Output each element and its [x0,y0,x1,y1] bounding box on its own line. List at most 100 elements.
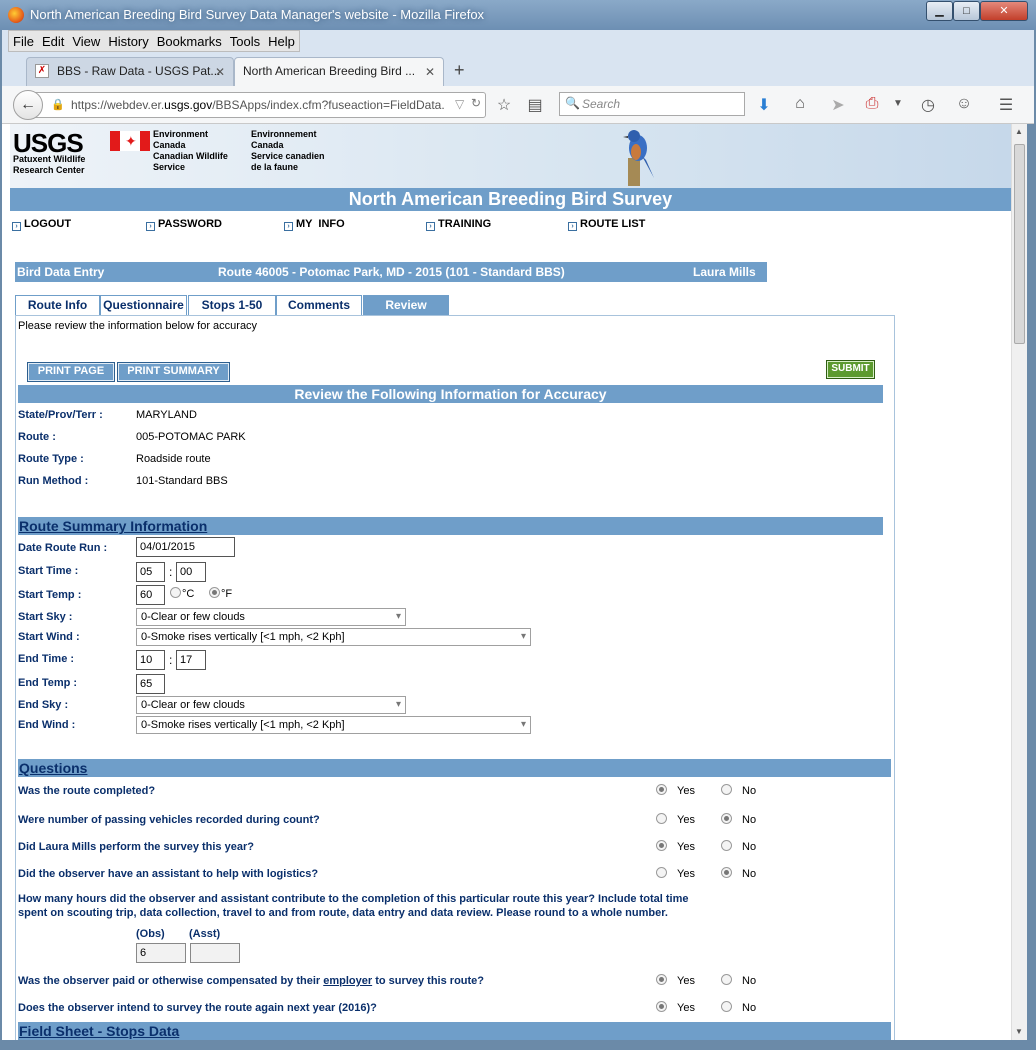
menu-file[interactable]: File [9,31,38,52]
questions-header[interactable]: Questions [18,759,891,777]
firefox-logo-icon [8,7,24,23]
menu-view[interactable]: View [68,31,104,52]
question-vehicles-recorded: Were number of passing vehicles recorded… [18,814,320,826]
route-summary-header[interactable]: Route Summary Information [18,517,883,535]
site-title: North American Breeding Bird Survey [10,188,1011,211]
label-start-time: Start Time : [18,565,79,577]
observer-no-radio[interactable] [721,840,732,851]
feedback-icon[interactable]: ☺ [954,95,974,113]
tab-breeding-bird[interactable]: North American Breeding Bird ... ✕ [234,57,444,86]
date-field[interactable]: 04/01/2015 [136,537,235,557]
nav-password[interactable]: › PASSWORD [146,218,222,231]
next-year-yes-radio[interactable] [656,1001,667,1012]
employer-link[interactable]: employer [323,975,372,987]
ec-line: Service [153,162,186,172]
download-icon[interactable]: ⬇ [754,95,774,115]
pdf-icon[interactable]: ⎙ [862,95,882,113]
menu-bookmarks[interactable]: Bookmarks [153,31,226,52]
print-page-button[interactable]: PRINT PAGE [27,362,115,382]
unit-fahrenheit-radio[interactable] [209,587,220,598]
menu-dropdown-icon[interactable]: ▼ [888,98,908,109]
dropdown-arrow-icon[interactable]: ▽ [455,97,464,111]
tab-stops[interactable]: Stops 1-50 [188,295,276,315]
scroll-down-icon[interactable]: ▼ [1015,1027,1023,1036]
maximize-button[interactable]: □ [953,1,980,21]
reload-icon[interactable]: ↻ [471,96,481,110]
end-hour-field[interactable]: 10 [136,650,165,670]
route-completed-no-radio[interactable] [721,784,732,795]
search-input[interactable]: 🔍 Search [559,92,745,116]
vehicles-yes-radio[interactable] [656,813,667,824]
label-run-method: Run Method : [18,475,89,487]
tab-bbs-raw-data[interactable]: ✗ BBS - Raw Data - USGS Pat... ✕ [26,57,234,86]
route-completed-yes-radio[interactable] [656,784,667,795]
menu-tools[interactable]: Tools [226,31,264,52]
nav-logout[interactable]: › LOGOUT [12,218,71,231]
label-end-time: End Time : [18,653,75,665]
no-label: No [742,814,757,826]
tab-review[interactable]: Review [363,295,449,315]
end-minute-field[interactable]: 17 [176,650,206,670]
ec-line: de la faune [251,162,299,172]
menu-history[interactable]: History [104,31,152,52]
end-wind-select[interactable]: 0-Smoke rises vertically [<1 mph, <2 Kph… [136,716,531,734]
tab-questionnaire[interactable]: Questionnaire [100,295,187,315]
time-colon: : [169,565,173,579]
next-year-no-radio[interactable] [721,1001,732,1012]
field-sheet-header[interactable]: Field Sheet - Stops Data [18,1022,891,1040]
tab-comments[interactable]: Comments [276,295,362,315]
start-wind-select[interactable]: 0-Smoke rises vertically [<1 mph, <2 Kph… [136,628,531,646]
obs-hours-field[interactable]: 6 [136,943,186,963]
scroll-thumb[interactable] [1014,144,1025,344]
asst-hours-field[interactable] [190,943,240,963]
print-summary-button[interactable]: PRINT SUMMARY [117,362,230,382]
label-start-temp: Start Temp : [18,589,82,601]
unit-celsius-label: °C [182,588,195,600]
end-sky-select[interactable]: 0-Clear or few clouds [136,696,406,714]
home-icon[interactable]: ⌂ [790,95,810,113]
start-minute-field[interactable]: 00 [176,562,206,582]
reading-list-icon[interactable]: ▤ [525,95,545,115]
vehicles-no-radio[interactable] [721,813,732,824]
observer-yes-radio[interactable] [656,840,667,851]
new-tab-button[interactable]: + [454,60,465,81]
yes-label: Yes [677,868,695,880]
vertical-scrollbar[interactable]: ▲ ▼ [1011,124,1027,1040]
scroll-up-icon[interactable]: ▲ [1015,127,1023,136]
tab-close-icon[interactable]: ✕ [425,65,435,79]
tab-close-icon[interactable]: ✕ [215,65,225,79]
assistant-yes-radio[interactable] [656,867,667,878]
start-temp-field[interactable]: 60 [136,585,165,605]
menu-edit[interactable]: Edit [38,31,68,52]
minimize-button[interactable]: ▁ [926,1,953,21]
history-icon[interactable]: ◷ [918,95,938,115]
entry-route: Route 46005 - Potomac Park, MD - 2015 (1… [218,265,565,279]
unit-celsius-radio[interactable] [170,587,181,598]
url-bar[interactable]: 🔒 https://webdev.er.usgs.gov/BBSApps/ind… [34,92,486,118]
paid-yes-radio[interactable] [656,974,667,985]
paid-no-radio[interactable] [721,974,732,985]
start-sky-select[interactable]: 0-Clear or few clouds [136,608,406,626]
nav-training[interactable]: › TRAINING [426,218,491,231]
end-temp-field[interactable]: 65 [136,674,165,694]
usgs-sub-line: Research Center [13,165,85,175]
url-prefix: https://webdev.er. [71,98,165,112]
close-window-button[interactable]: ✕ [980,1,1028,21]
back-button[interactable]: ← [13,90,43,120]
menu-help[interactable]: Help [264,31,299,52]
submit-button[interactable]: SUBMIT [826,360,875,379]
hamburger-menu-icon[interactable]: ☰ [996,95,1016,115]
yes-label: Yes [677,1002,695,1014]
value-route: 005-POTOMAC PARK [136,431,246,443]
send-icon[interactable]: ➤ [828,95,848,115]
nav-route-list[interactable]: › ROUTE LIST [568,218,645,231]
site-banner: USGS Patuxent Wildlife Research Center E… [10,124,1011,188]
nav-my-info[interactable]: › MY INFO [284,218,345,231]
assistant-no-radio[interactable] [721,867,732,878]
lock-icon: 🔒 [51,99,65,111]
bookmark-star-icon[interactable]: ☆ [494,95,514,115]
yes-label: Yes [677,841,695,853]
start-hour-field[interactable]: 05 [136,562,165,582]
tab-route-info[interactable]: Route Info [15,295,100,315]
arrow-bullet-icon: › [284,222,293,231]
